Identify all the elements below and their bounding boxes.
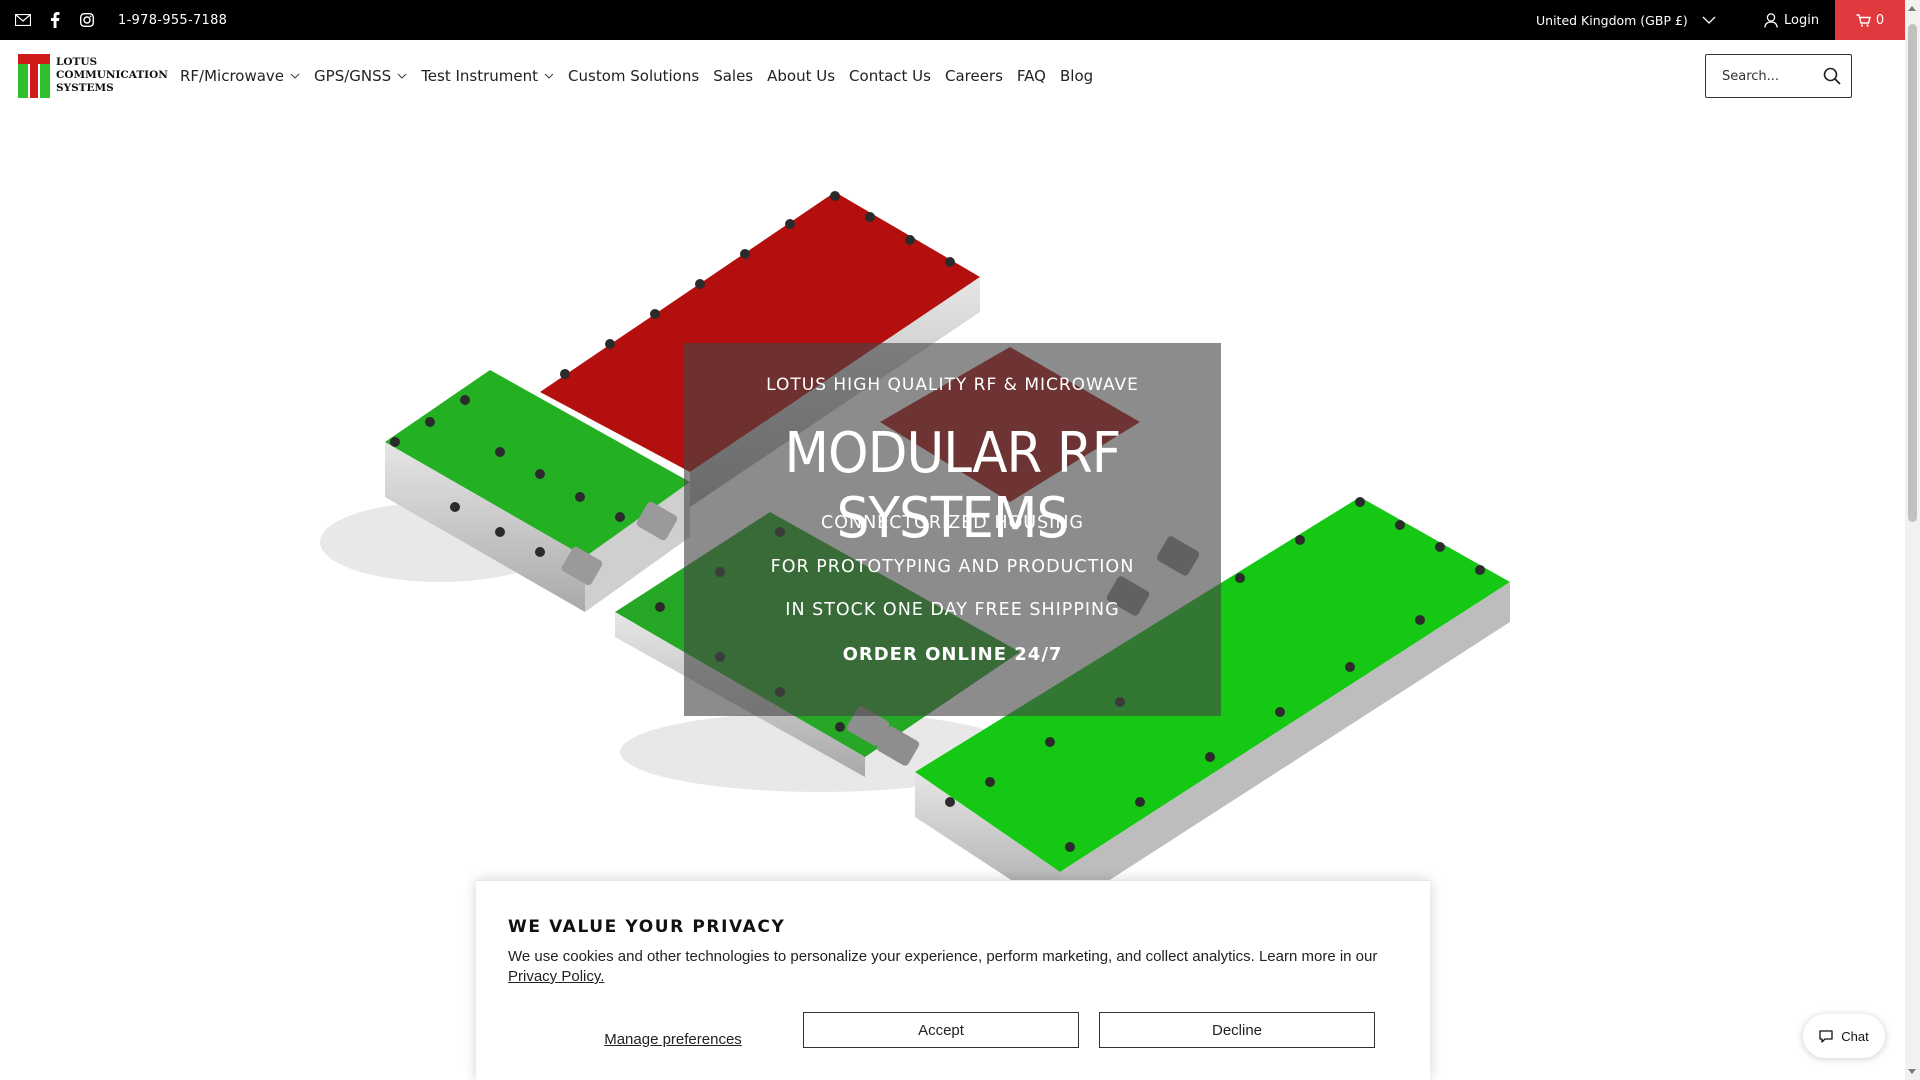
scrollbar-thumb[interactable] — [1908, 24, 1917, 522]
nav-label: GPS/GNSS — [314, 67, 392, 85]
cart-icon — [1856, 13, 1871, 27]
search-icon[interactable] — [1823, 67, 1841, 85]
chat-label: Chat — [1841, 1028, 1869, 1044]
privacy-policy-link[interactable]: Privacy Policy. — [508, 968, 604, 985]
chevron-down-icon — [544, 73, 554, 79]
accept-button[interactable]: Accept — [803, 1012, 1079, 1048]
logo-mark — [18, 54, 50, 98]
nav-item-contact-us[interactable]: Contact Us — [849, 67, 931, 85]
region-selector[interactable]: United Kingdom (GBP £) — [1536, 0, 1716, 40]
chat-button[interactable]: Chat — [1803, 1014, 1885, 1058]
chat-bubble-icon — [1819, 1029, 1833, 1043]
chevron-down-icon — [290, 73, 300, 79]
top-bar: 1-978-955-7188 United Kingdom (GBP £) Lo… — [0, 0, 1920, 40]
nav-item-about-us[interactable]: About Us — [767, 67, 835, 85]
decline-button[interactable]: Decline — [1099, 1012, 1375, 1048]
nav-item-blog[interactable]: Blog — [1060, 67, 1093, 85]
search-placeholder: Search... — [1722, 68, 1780, 84]
cart-count: 0 — [1875, 12, 1885, 28]
nav-label: RF/Microwave — [180, 67, 285, 85]
nav-item-gps-gnss[interactable]: GPS/GNSS — [314, 67, 407, 85]
nav-item-test-instrument[interactable]: Test Instrument — [421, 67, 554, 85]
privacy-banner: WE VALUE YOUR PRIVACY We use cookies and… — [476, 880, 1430, 1080]
top-bar-left: 1-978-955-7188 — [14, 0, 227, 40]
hero-line-2: FOR PROTOTYPING AND PRODUCTION — [770, 557, 1135, 577]
cart-button[interactable]: 0 — [1835, 0, 1905, 40]
hero-overlay: LOTUS HIGH QUALITY RF & MICROWAVE MODULA… — [684, 343, 1221, 716]
logo-line-3: SYSTEMS — [56, 81, 114, 94]
hero-banner[interactable]: LOTUS HIGH QUALITY RF & MICROWAVE MODULA… — [0, 112, 1905, 882]
login-link[interactable]: Login — [1764, 0, 1819, 40]
nav-label: Test Instrument — [421, 67, 539, 85]
logo-line-2: COMMUNICATION — [56, 68, 168, 81]
chevron-down-icon — [1702, 16, 1716, 24]
logo-text: LOTUS COMMUNICATION SYSTEMS — [56, 56, 168, 95]
site-header: LOTUS COMMUNICATION SYSTEMS RF/Microwave… — [0, 40, 1905, 112]
nav-item-sales[interactable]: Sales — [713, 67, 753, 85]
user-icon — [1764, 12, 1778, 28]
privacy-body: We use cookies and other technologies to… — [508, 948, 1378, 965]
nav-item-rf-microwave[interactable]: RF/Microwave — [180, 67, 300, 85]
site-logo[interactable]: LOTUS COMMUNICATION SYSTEMS — [18, 54, 168, 98]
privacy-heading: WE VALUE YOUR PRIVACY — [508, 917, 786, 937]
privacy-text: We use cookies and other technologies to… — [508, 947, 1398, 987]
hero-line-1: CONNECTORIZED HOUSING — [821, 513, 1084, 533]
scroll-up-arrow-icon[interactable] — [1908, 6, 1916, 11]
scroll-down-arrow-icon[interactable] — [1908, 1069, 1916, 1074]
hero-line-3: IN STOCK ONE DAY FREE SHIPPING — [785, 600, 1120, 620]
facebook-icon[interactable] — [46, 11, 64, 29]
hero-cta[interactable]: ORDER ONLINE 24/7 — [684, 644, 1221, 665]
manage-preferences-link[interactable]: Manage preferences — [578, 1021, 768, 1057]
hero-pretitle: LOTUS HIGH QUALITY RF & MICROWAVE — [766, 375, 1139, 395]
nav-item-faq[interactable]: FAQ — [1017, 67, 1046, 85]
chevron-down-icon — [397, 73, 407, 79]
mail-icon[interactable] — [14, 11, 32, 29]
nav-item-custom-solutions[interactable]: Custom Solutions — [568, 67, 699, 85]
search-input[interactable]: Search... — [1705, 54, 1852, 98]
logo-line-1: LOTUS — [56, 55, 98, 68]
page-scrollbar[interactable] — [1905, 0, 1920, 1080]
instagram-icon[interactable] — [78, 11, 96, 29]
login-label: Login — [1784, 12, 1820, 28]
phone-number[interactable]: 1-978-955-7188 — [118, 13, 227, 28]
main-nav: RF/Microwave GPS/GNSS Test Instrument Cu… — [180, 40, 1093, 112]
region-label: United Kingdom (GBP £) — [1536, 12, 1688, 28]
nav-item-careers[interactable]: Careers — [945, 67, 1003, 85]
